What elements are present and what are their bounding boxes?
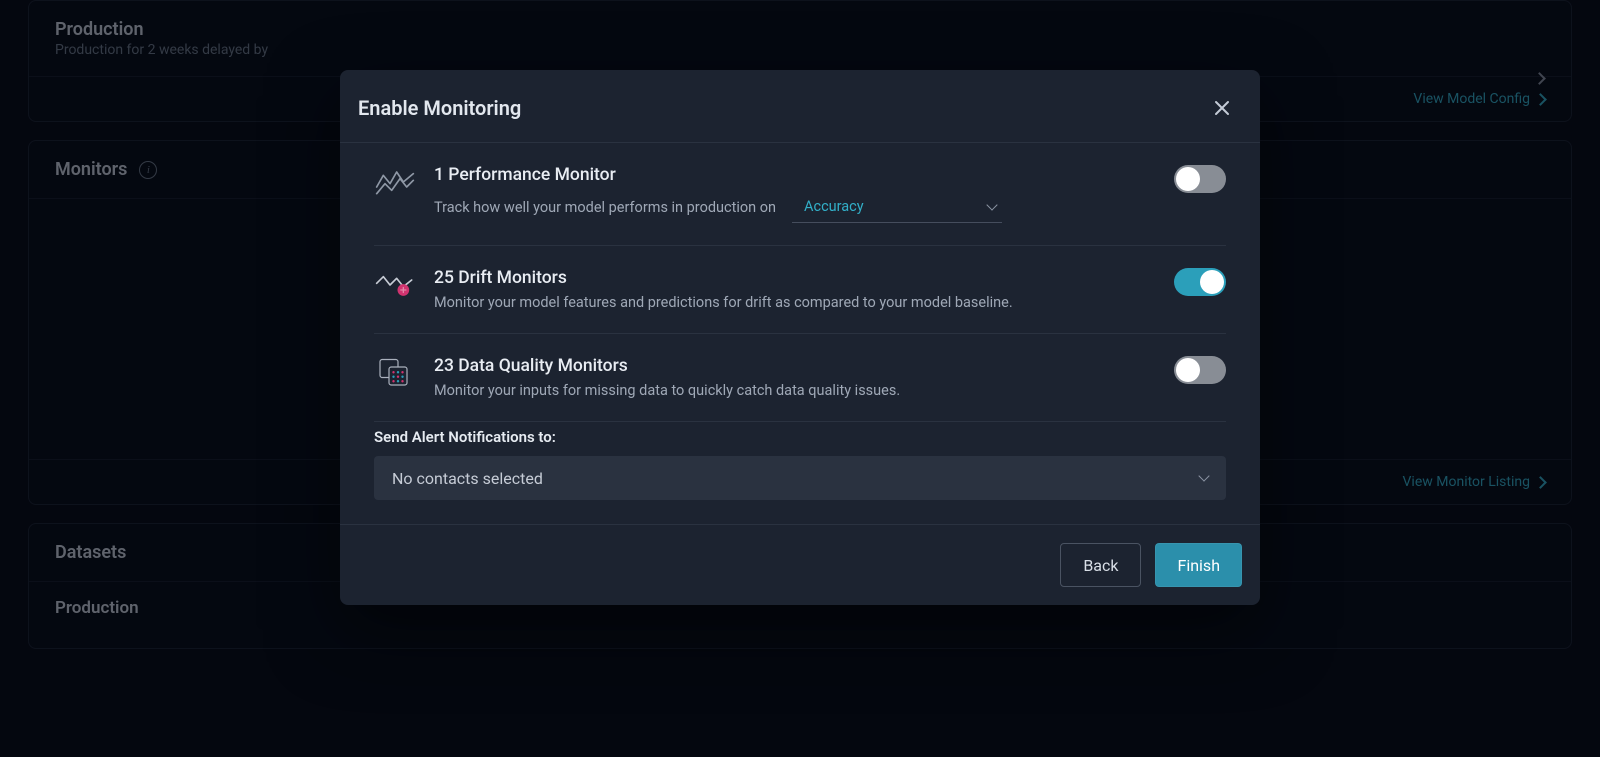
drift-title: 25 Drift Monitors <box>434 268 1156 288</box>
chevron-down-icon <box>986 199 997 210</box>
accuracy-metric-dropdown[interactable]: Accuracy <box>792 191 1002 223</box>
performance-toggle[interactable] <box>1174 165 1226 193</box>
data-quality-row: 23 Data Quality Monitors Monitor your in… <box>374 334 1226 422</box>
performance-icon <box>374 165 416 197</box>
alerts-label: Send Alert Notifications to: <box>374 428 1226 446</box>
alerts-section: Send Alert Notifications to: No contacts… <box>340 422 1260 524</box>
contacts-select-value: No contacts selected <box>392 469 543 488</box>
drift-icon <box>374 268 416 300</box>
data-quality-desc: Monitor your inputs for missing data to … <box>434 382 1156 399</box>
performance-title: 1 Performance Monitor <box>434 165 1156 185</box>
modal-title: Enable Monitoring <box>358 96 521 120</box>
drift-desc: Monitor your model features and predicti… <box>434 294 1156 311</box>
performance-desc: Track how well your model performs in pr… <box>434 199 776 216</box>
chevron-down-icon <box>1198 470 1209 481</box>
data-quality-toggle[interactable] <box>1174 356 1226 384</box>
close-button[interactable] <box>1208 94 1236 122</box>
data-quality-icon <box>374 356 416 388</box>
back-button-label: Back <box>1083 556 1118 575</box>
finish-button-label: Finish <box>1177 556 1220 575</box>
drift-toggle[interactable] <box>1174 268 1226 296</box>
back-button[interactable]: Back <box>1060 543 1141 587</box>
drift-monitors-row: 25 Drift Monitors Monitor your model fea… <box>374 246 1226 334</box>
close-icon <box>1214 100 1230 116</box>
performance-monitor-row: 1 Performance Monitor Track how well you… <box>374 143 1226 246</box>
modal-backdrop: Enable Monitoring 1 Performance Monitor … <box>0 0 1600 757</box>
contacts-select[interactable]: No contacts selected <box>374 456 1226 500</box>
enable-monitoring-modal: Enable Monitoring 1 Performance Monitor … <box>340 70 1260 605</box>
accuracy-metric-value: Accuracy <box>804 198 864 215</box>
data-quality-title: 23 Data Quality Monitors <box>434 356 1156 376</box>
finish-button[interactable]: Finish <box>1155 543 1242 587</box>
